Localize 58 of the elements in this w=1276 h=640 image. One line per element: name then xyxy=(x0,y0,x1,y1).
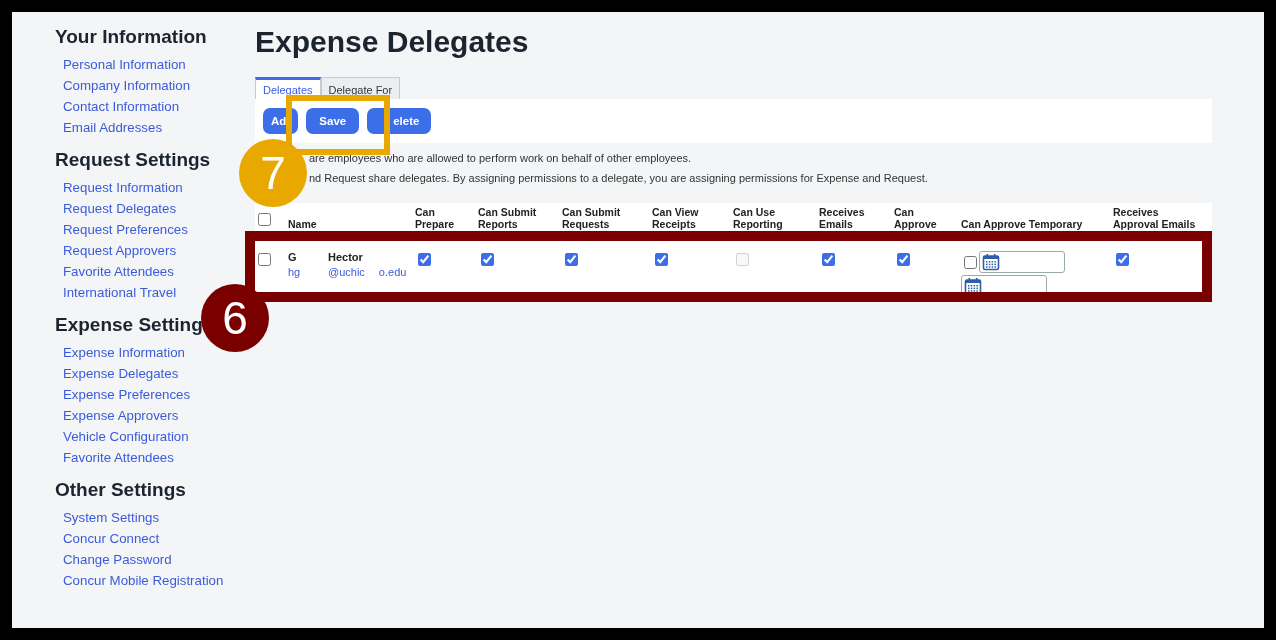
calendar-icon[interactable] xyxy=(982,253,1000,271)
permission-checkbox[interactable] xyxy=(897,253,910,266)
permission-checkbox[interactable] xyxy=(822,253,835,266)
column-header: Receives Approval Emails xyxy=(1113,206,1197,230)
sidebar-link[interactable]: Concur Mobile Registration xyxy=(63,570,224,591)
description-text: are employees who are allowed to perform work on behalf of other employees. xyxy=(309,152,693,164)
permission-checkbox[interactable] xyxy=(418,253,431,266)
sidebar-link[interactable]: Expense Delegates xyxy=(63,363,179,384)
initials-text: G xyxy=(288,251,298,263)
sidebar-link[interactable]: Request Information xyxy=(63,177,183,198)
permission-checkbox[interactable] xyxy=(964,255,977,269)
column-header: Can Approve xyxy=(894,206,938,230)
column-header: Can Use Reporting xyxy=(733,206,784,230)
sidebar-link[interactable]: Change Password xyxy=(63,549,172,570)
email-text: @uchic xyxy=(328,266,365,278)
calendar-icon[interactable] xyxy=(964,277,982,295)
sidebar-link[interactable]: Personal Information xyxy=(63,54,186,75)
column-header: Name xyxy=(288,218,317,230)
sidebar-link[interactable]: System Settings xyxy=(63,507,160,528)
column-header: Receives Emails xyxy=(819,206,866,230)
section-heading: Request Settings xyxy=(55,148,211,172)
select-all-checkbox[interactable] xyxy=(258,213,271,226)
sidebar-link[interactable]: Request Preferences xyxy=(63,219,188,240)
description-text: nd Request share delegates. By assigning permissions to a delegate, you are assigning permissions for Expense and Request. xyxy=(309,172,929,184)
column-header: Can Submit Reports xyxy=(478,206,538,230)
sidebar-link[interactable]: Request Delegates xyxy=(63,198,177,219)
date-field[interactable] xyxy=(979,251,1065,273)
sidebar-link[interactable]: Vehicle Configuration xyxy=(63,426,189,447)
sidebar-link[interactable]: Expense Preferences xyxy=(63,384,191,405)
column-header: Can Approve Temporary xyxy=(961,218,1083,230)
sidebar-link[interactable]: Expense Approvers xyxy=(63,405,179,426)
sidebar-link[interactable]: Request Approvers xyxy=(63,240,177,261)
column-header: Can View Receipts xyxy=(652,206,700,230)
toolbar-button[interactable]: Save xyxy=(306,108,360,134)
sidebar-link[interactable]: Email Addresses xyxy=(63,117,163,138)
first-name-text: Hector xyxy=(328,251,364,263)
email-text: o.edu xyxy=(378,266,407,278)
section-heading: Expense Setting xyxy=(55,313,203,337)
permission-checkbox[interactable] xyxy=(565,253,578,266)
section-heading: Other Settings xyxy=(55,478,186,502)
username-text: hg xyxy=(288,266,302,278)
permission-checkbox[interactable] xyxy=(655,253,668,266)
sidebar-link[interactable]: International Travel xyxy=(63,282,177,303)
sidebar-link[interactable]: Concur Connect xyxy=(63,528,160,549)
permission-checkbox[interactable] xyxy=(1116,253,1129,266)
sidebar-link[interactable]: Expense Information xyxy=(63,342,185,363)
page-title: Expense Delegates xyxy=(255,25,530,59)
sidebar-link[interactable]: Favorite Attendees xyxy=(63,447,174,468)
row-checkbox[interactable] xyxy=(258,253,271,266)
sidebar-link[interactable]: Contact Information xyxy=(63,96,180,117)
column-header: Can Submit Requests xyxy=(562,206,622,230)
column-header: Can Prepare xyxy=(415,206,456,230)
sidebar-link[interactable]: Favorite Attendees xyxy=(63,261,174,282)
toolbar-button[interactable]: elete xyxy=(367,108,432,134)
section-heading: Your Information xyxy=(55,25,207,49)
permission-checkbox[interactable] xyxy=(481,253,494,266)
sidebar-link[interactable]: Company Information xyxy=(63,75,191,96)
tab[interactable]: Delegates xyxy=(255,77,321,99)
